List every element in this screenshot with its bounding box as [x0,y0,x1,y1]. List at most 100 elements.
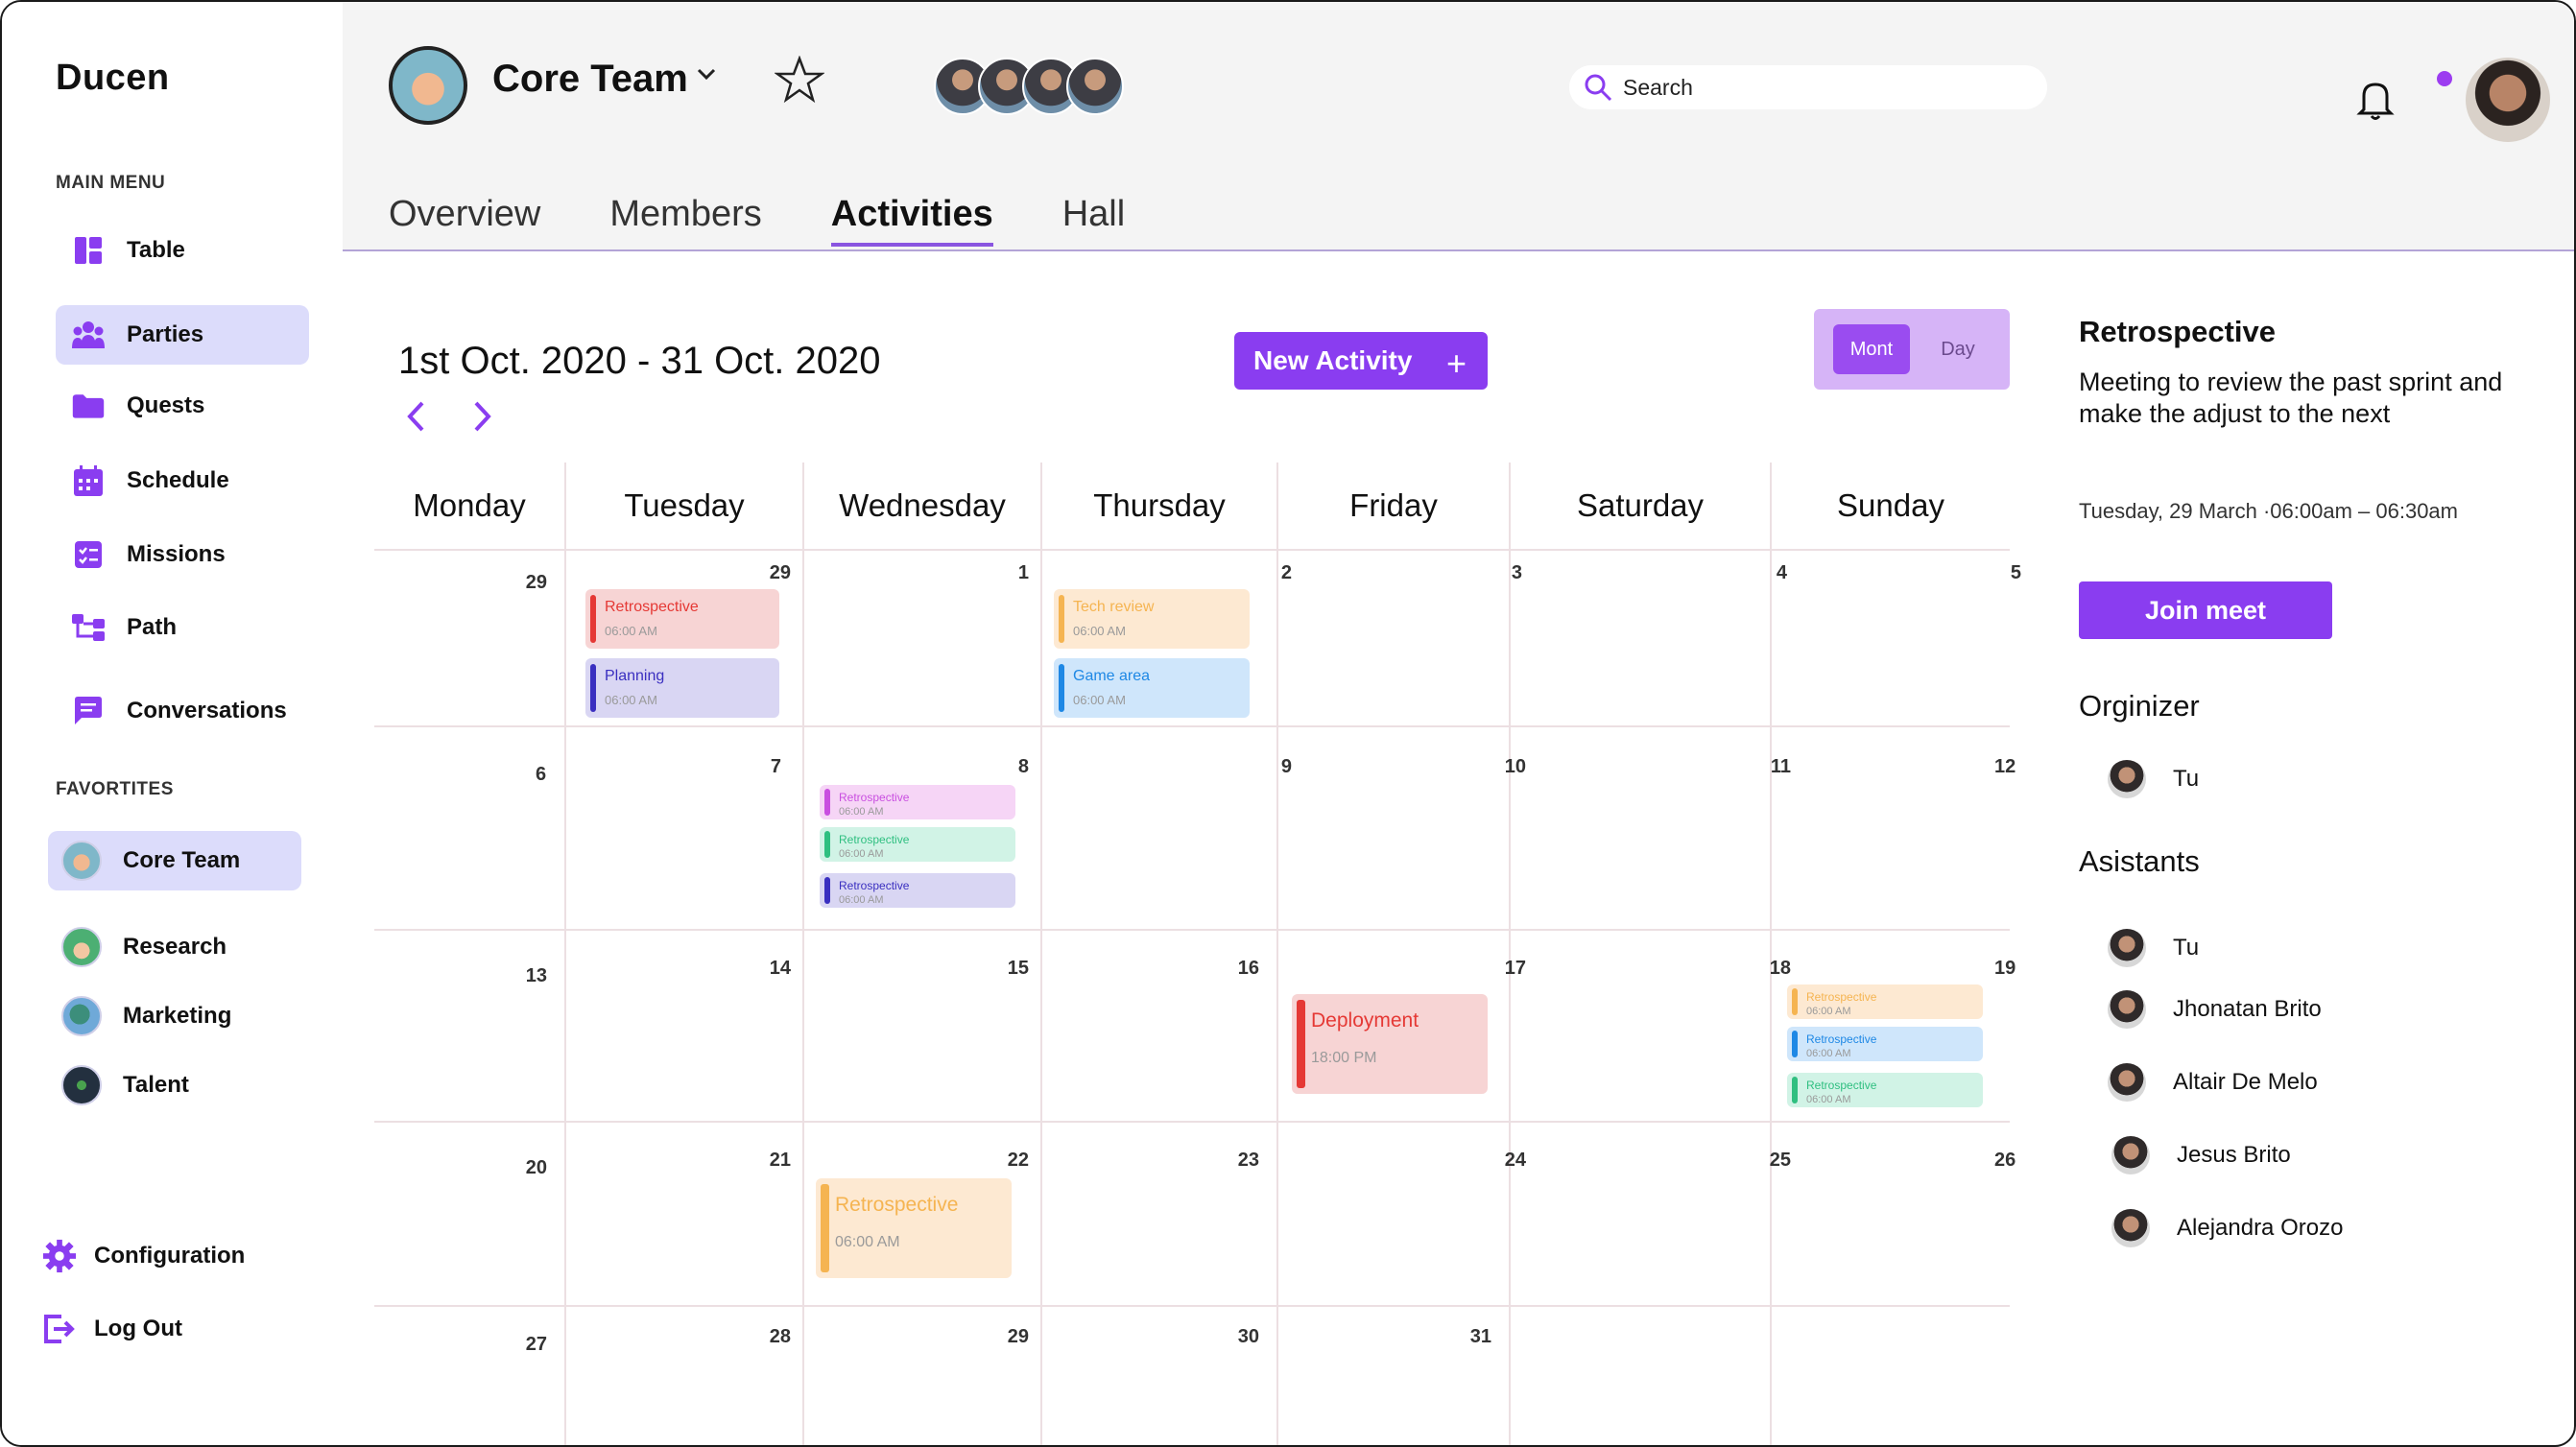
event-card[interactable]: Retrospective 06:00 AM [1787,1027,1983,1061]
person-name: Tu [2173,766,2200,792]
day-number[interactable]: 25 [1753,1150,1791,1172]
day-number[interactable]: 2 [1253,562,1292,584]
favorite-marketing[interactable]: Marketing [48,986,301,1046]
brand-logo: Ducen [56,58,170,98]
day-number[interactable]: 12 [1994,756,2033,778]
grid-divider [802,463,804,1445]
day-number[interactable]: 27 [509,1334,547,1356]
organizer-item[interactable]: Tu [2108,760,2199,798]
day-number[interactable]: 5 [1983,562,2021,584]
chevron-left-icon[interactable] [403,399,430,439]
search-input[interactable]: Search [1569,65,2047,109]
tab-hall[interactable]: Hall [1062,194,1125,247]
event-time: 06:00 AM [605,624,657,638]
event-card[interactable]: Retrospective 06:00 AM [1787,1073,1983,1107]
table-icon [71,233,106,268]
event-title: Retrospective [839,791,910,804]
day-number[interactable]: 28 [752,1326,791,1348]
event-card[interactable]: Tech review 06:00 AM [1054,589,1250,649]
day-number[interactable]: 24 [1488,1150,1526,1172]
view-toggle: Mont Day [1814,309,2010,390]
day-number[interactable]: 20 [509,1157,547,1179]
day-number[interactable]: 18 [1753,958,1791,980]
assistant-item[interactable]: Alejandra Orozo [2111,1209,2343,1247]
day-number[interactable]: 6 [536,764,574,786]
star-icon[interactable] [774,55,825,108]
day-number[interactable]: 16 [1221,958,1259,980]
assistant-item[interactable]: Altair De Melo [2108,1063,2318,1102]
assistant-item[interactable]: Jhonatan Brito [2108,990,2322,1029]
favorite-label: Talent [123,1072,189,1098]
favorite-talent[interactable]: Talent [48,1056,301,1115]
hierarchy-icon [71,610,106,645]
new-activity-button[interactable]: New Activity + [1234,332,1488,390]
day-number[interactable]: 15 [990,958,1029,980]
assistant-item[interactable]: Jesus Brito [2111,1136,2291,1174]
day-number[interactable]: 4 [1749,562,1787,584]
sidebar-item-path[interactable]: Path [56,598,309,657]
sidebar-item-missions[interactable]: Missions [56,525,309,584]
chevron-down-icon[interactable] [696,67,717,85]
day-number[interactable]: 29 [752,562,791,584]
sidebar-item-conversations[interactable]: Conversations [56,681,309,741]
weekday-header: Monday [413,487,526,523]
team-name[interactable]: Core Team [492,58,688,101]
event-card[interactable]: Planning 06:00 AM [585,658,779,718]
assistant-item[interactable]: Tu [2108,929,2199,967]
day-number[interactable]: 17 [1488,958,1526,980]
day-number[interactable]: 10 [1488,756,1526,778]
team-logo[interactable] [389,46,467,125]
view-day-option[interactable]: Day [1920,324,1996,374]
sidebar-item-quests[interactable]: Quests [56,376,309,436]
day-number[interactable]: 13 [509,965,547,987]
view-month-option[interactable]: Mont [1833,324,1910,374]
day-number[interactable]: 21 [752,1150,791,1172]
favorite-label: Research [123,934,227,960]
weekday-header: Thursday [1093,487,1226,523]
weekday-header: Friday [1349,487,1438,523]
event-card[interactable]: Retrospective 06:00 AM [820,873,1015,908]
day-number[interactable]: 29 [990,1326,1029,1348]
day-number[interactable]: 8 [990,756,1029,778]
grid-divider [374,549,2010,551]
member-avatars[interactable] [934,58,1124,115]
day-number[interactable]: 29 [509,572,547,594]
event-card[interactable]: Retrospective 06:00 AM [820,827,1015,862]
day-number[interactable]: 26 [1994,1150,2033,1172]
event-card[interactable]: Game area 06:00 AM [1054,658,1250,718]
avatar [2108,1063,2146,1102]
day-number[interactable]: 22 [990,1150,1029,1172]
day-number[interactable]: 23 [1221,1150,1259,1172]
event-card[interactable]: Retrospective 06:00 AM [816,1178,1012,1278]
day-number[interactable]: 7 [743,756,781,778]
sidebar-item-table[interactable]: Table [56,221,309,280]
day-number[interactable]: 19 [1994,958,2033,980]
day-number[interactable]: 14 [752,958,791,980]
chevron-right-icon[interactable] [468,399,495,439]
logout-button[interactable]: Log Out [29,1299,282,1359]
event-card[interactable]: Retrospective 06:00 AM [820,785,1015,819]
join-meet-button[interactable]: Join meet [2079,581,2332,639]
event-card[interactable]: Retrospective 06:00 AM [585,589,779,649]
day-number[interactable]: 1 [990,562,1029,584]
favorite-core-team[interactable]: Core Team [48,831,301,890]
day-number[interactable]: 30 [1221,1326,1259,1348]
sidebar-item-parties[interactable]: Parties [56,305,309,365]
event-card[interactable]: Deployment 18:00 PM [1292,994,1488,1094]
folder-icon [71,389,106,423]
day-number[interactable]: 9 [1253,756,1292,778]
favorite-research[interactable]: Research [48,917,301,977]
tab-activities[interactable]: Activities [830,194,993,247]
day-number[interactable]: 31 [1453,1326,1491,1348]
sidebar-item-schedule[interactable]: Schedule [56,451,309,510]
configuration-button[interactable]: Configuration [29,1226,282,1286]
event-card[interactable]: Retrospective 06:00 AM [1787,984,1983,1019]
tab-members[interactable]: Members [609,194,761,247]
event-title: Tech review [1073,599,1155,615]
day-number[interactable]: 3 [1484,562,1522,584]
day-number[interactable]: 11 [1753,756,1791,778]
person-name: Jhonatan Brito [2173,996,2322,1022]
tab-overview[interactable]: Overview [389,194,540,247]
avatar [2111,1136,2150,1174]
logout-icon [42,1312,77,1346]
